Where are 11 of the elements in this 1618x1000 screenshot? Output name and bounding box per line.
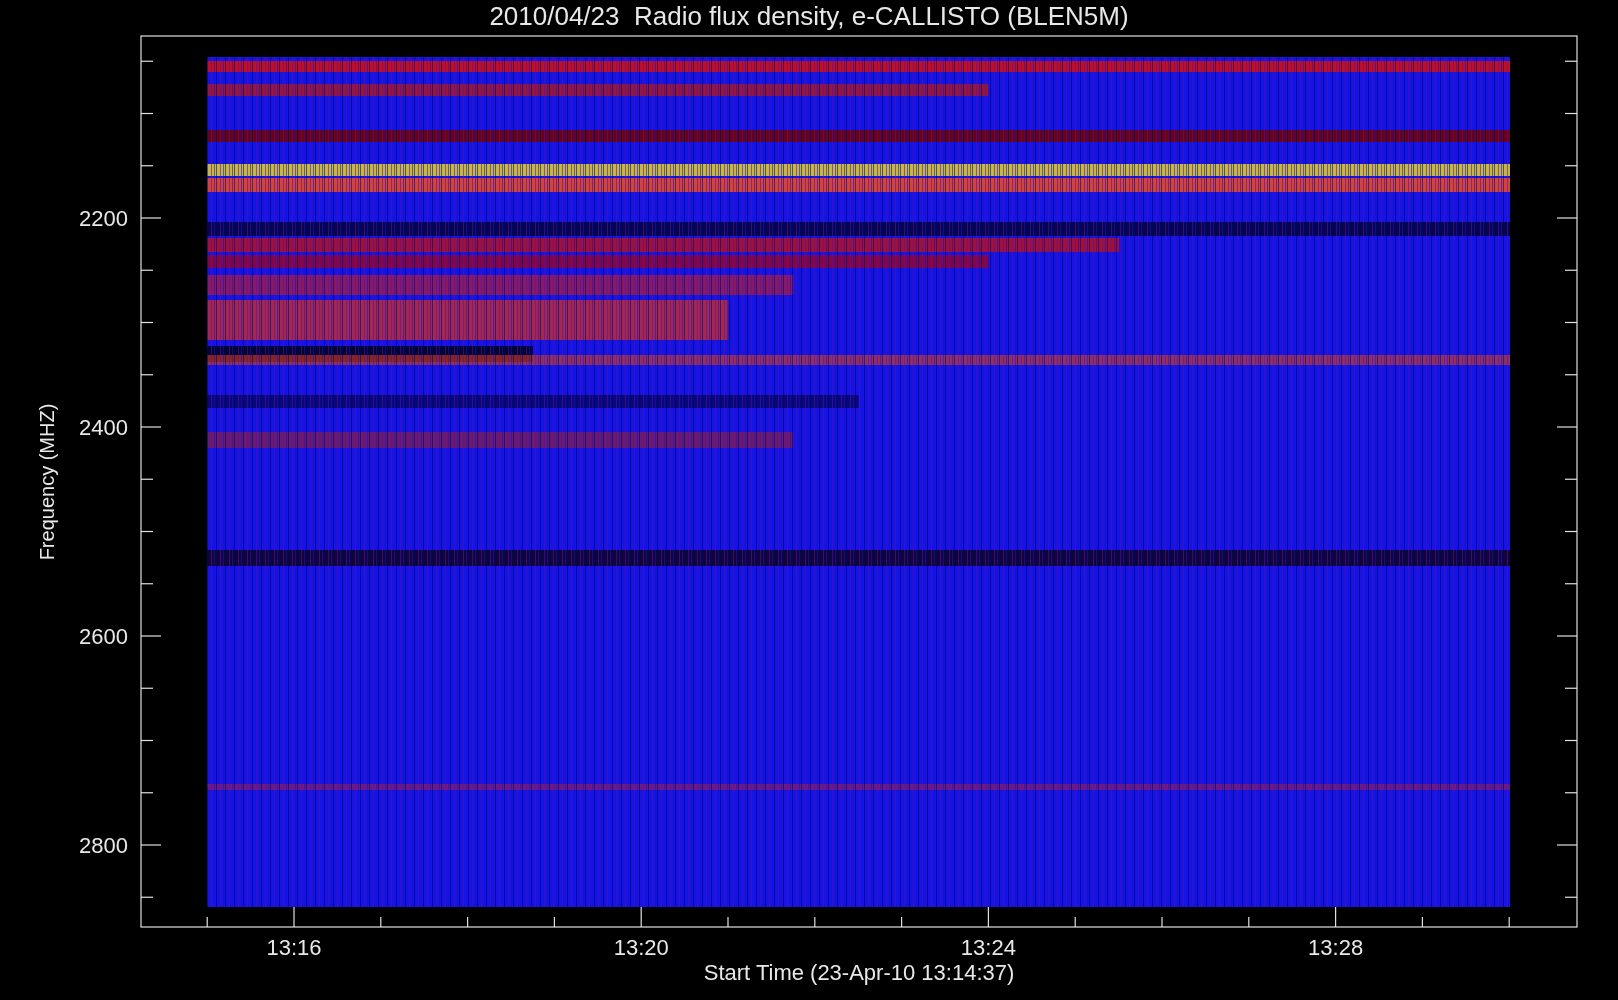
y-axis-label: Frequency (MHZ)	[36, 403, 58, 561]
chart-title: 2010/04/23 Radio flux density, e-CALLISTO (BLEN5M)	[489, 1, 1129, 31]
y-tick-label: 2600	[79, 624, 128, 649]
y-tick-label: 2400	[79, 415, 128, 440]
x-tick-label: 13:20	[613, 935, 669, 960]
y-tick-label: 2200	[79, 206, 128, 231]
x-tick-label: 13:16	[266, 935, 322, 960]
x-axis-label: Start Time (23-Apr-10 13:14:37)	[703, 960, 1015, 985]
y-tick-label: 2800	[79, 833, 128, 858]
x-tick-label: 13:24	[960, 935, 1016, 960]
x-tick-label: 13:28	[1308, 935, 1364, 960]
